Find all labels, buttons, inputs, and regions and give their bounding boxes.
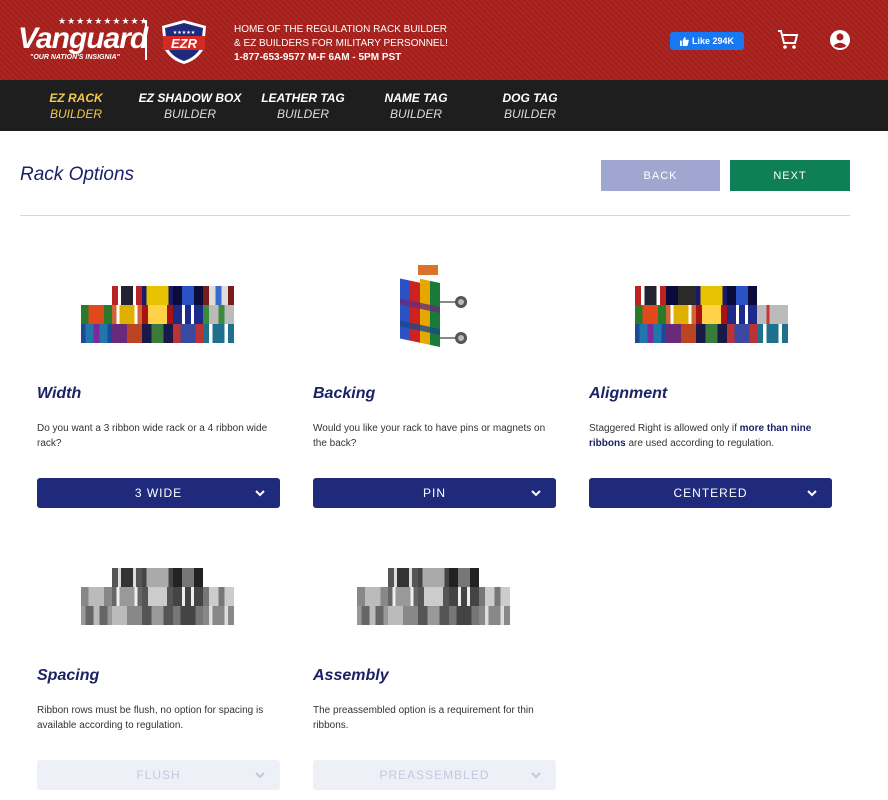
width-rack-image bbox=[37, 240, 280, 360]
alignment-select-value: CENTERED bbox=[673, 486, 748, 500]
width-title: Width bbox=[37, 385, 82, 402]
title-divider bbox=[20, 215, 850, 216]
facebook-like-button[interactable]: Like 294K bbox=[670, 32, 744, 50]
nav-label: DOG TAG bbox=[502, 91, 558, 105]
chevron-down-icon bbox=[531, 490, 541, 497]
width-description: Do you want a 3 ribbon wide rack or a 4 … bbox=[37, 423, 268, 449]
header-info: HOME OF THE REGULATION RACK BUILDER & EZ… bbox=[234, 23, 448, 65]
header-phone[interactable]: 1-877-653-9577 M-F 6AM - 5PM PST bbox=[234, 51, 448, 65]
color-ribbon-rack bbox=[635, 286, 788, 343]
assembly-rack-image bbox=[313, 522, 556, 642]
nav-sublabel: BUILDER bbox=[389, 107, 442, 121]
chevron-down-icon bbox=[255, 772, 265, 779]
chevron-down-icon bbox=[807, 490, 817, 497]
chevron-down-icon bbox=[531, 772, 541, 779]
nav-dog-tag-builder[interactable]: DOG TAG BUILDER bbox=[475, 91, 585, 121]
spacing-select: FLUSH bbox=[37, 760, 280, 790]
thumbs-up-icon bbox=[679, 36, 689, 46]
nav-sublabel: BUILDER bbox=[503, 107, 556, 121]
logo-tagline: "OUR NATION'S INSIGNIA" bbox=[30, 54, 120, 61]
logo-brand: Vanguard bbox=[18, 22, 148, 55]
backing-select[interactable]: PIN bbox=[313, 478, 556, 508]
spacing-title: Spacing bbox=[37, 667, 100, 684]
back-button[interactable]: BACK bbox=[601, 160, 720, 191]
badge-text: EZR bbox=[171, 36, 198, 51]
nav-label: EZ RACK bbox=[49, 91, 103, 105]
alignment-description: Staggered Right is allowed only if more … bbox=[589, 421, 832, 451]
site-header: ★★★★★★★★★★ Vanguard "OUR NATION'S INSIGN… bbox=[0, 0, 888, 80]
user-account-icon[interactable] bbox=[828, 28, 852, 52]
spacing-rack-image bbox=[37, 522, 280, 642]
assembly-title: Assembly bbox=[313, 667, 389, 684]
logo-divider bbox=[145, 20, 147, 60]
pin-backed-rack-illustration bbox=[400, 265, 467, 347]
chevron-down-icon bbox=[255, 490, 265, 497]
page-title: Rack Options bbox=[20, 164, 135, 185]
nav-label: NAME TAG bbox=[384, 91, 448, 105]
backing-title: Backing bbox=[313, 385, 376, 402]
nav-sublabel: BUILDER bbox=[163, 107, 216, 121]
assembly-description: The preassembled option is a requirement… bbox=[313, 705, 534, 731]
width-select-value: 3 WIDE bbox=[134, 486, 183, 500]
alignment-title: Alignment bbox=[589, 385, 668, 402]
alignment-desc-post: are used according to regulation. bbox=[625, 438, 775, 449]
nav-ez-shadow-box-builder[interactable]: EZ SHADOW BOX BUILDER bbox=[135, 91, 245, 121]
nav-label: EZ SHADOW BOX bbox=[138, 91, 242, 105]
cart-icon[interactable] bbox=[776, 28, 800, 52]
backing-select-value: PIN bbox=[422, 486, 446, 500]
alignment-rack-image bbox=[589, 240, 832, 360]
nav-sublabel: BUILDER bbox=[276, 107, 329, 121]
nav-ez-rack-builder[interactable]: EZ RACK BUILDER bbox=[21, 91, 131, 121]
nav-label: LEATHER TAG bbox=[261, 91, 345, 105]
backing-description: Would you like your rack to have pins or… bbox=[313, 423, 546, 449]
nav-sublabel: BUILDER bbox=[49, 107, 102, 121]
vanguard-logo[interactable]: ★★★★★★★★★★ Vanguard "OUR NATION'S INSIGN… bbox=[18, 14, 148, 64]
alignment-select[interactable]: CENTERED bbox=[589, 478, 832, 508]
assembly-select-value: PREASSEMBLED bbox=[379, 768, 490, 782]
next-button[interactable]: NEXT bbox=[730, 160, 850, 191]
alignment-desc-pre: Staggered Right is allowed only if bbox=[589, 423, 740, 434]
backing-rack-image bbox=[313, 240, 556, 360]
nav-name-tag-builder[interactable]: NAME TAG BUILDER bbox=[361, 91, 471, 121]
grayscale-ribbon-rack bbox=[81, 568, 234, 625]
facebook-like-label: Like 294K bbox=[691, 36, 735, 46]
header-info-line2: & EZ BUILDERS FOR MILITARY PERSONNEL! bbox=[234, 38, 448, 49]
header-info-line1: HOME OF THE REGULATION RACK BUILDER bbox=[234, 24, 447, 35]
spacing-description: Ribbon rows must be flush, no option for… bbox=[37, 705, 264, 731]
assembly-select: PREASSEMBLED bbox=[313, 760, 556, 790]
grayscale-ribbon-rack bbox=[357, 568, 510, 625]
width-select[interactable]: 3 WIDE bbox=[37, 478, 280, 508]
spacing-select-value: FLUSH bbox=[136, 768, 181, 782]
color-ribbon-rack bbox=[81, 286, 234, 343]
ezr-badge-logo[interactable]: ★★★★★ EZR bbox=[158, 18, 210, 66]
builder-nav: EZ RACK BUILDER EZ SHADOW BOX BUILDER LE… bbox=[0, 80, 888, 131]
nav-leather-tag-builder[interactable]: LEATHER TAG BUILDER bbox=[248, 91, 358, 121]
